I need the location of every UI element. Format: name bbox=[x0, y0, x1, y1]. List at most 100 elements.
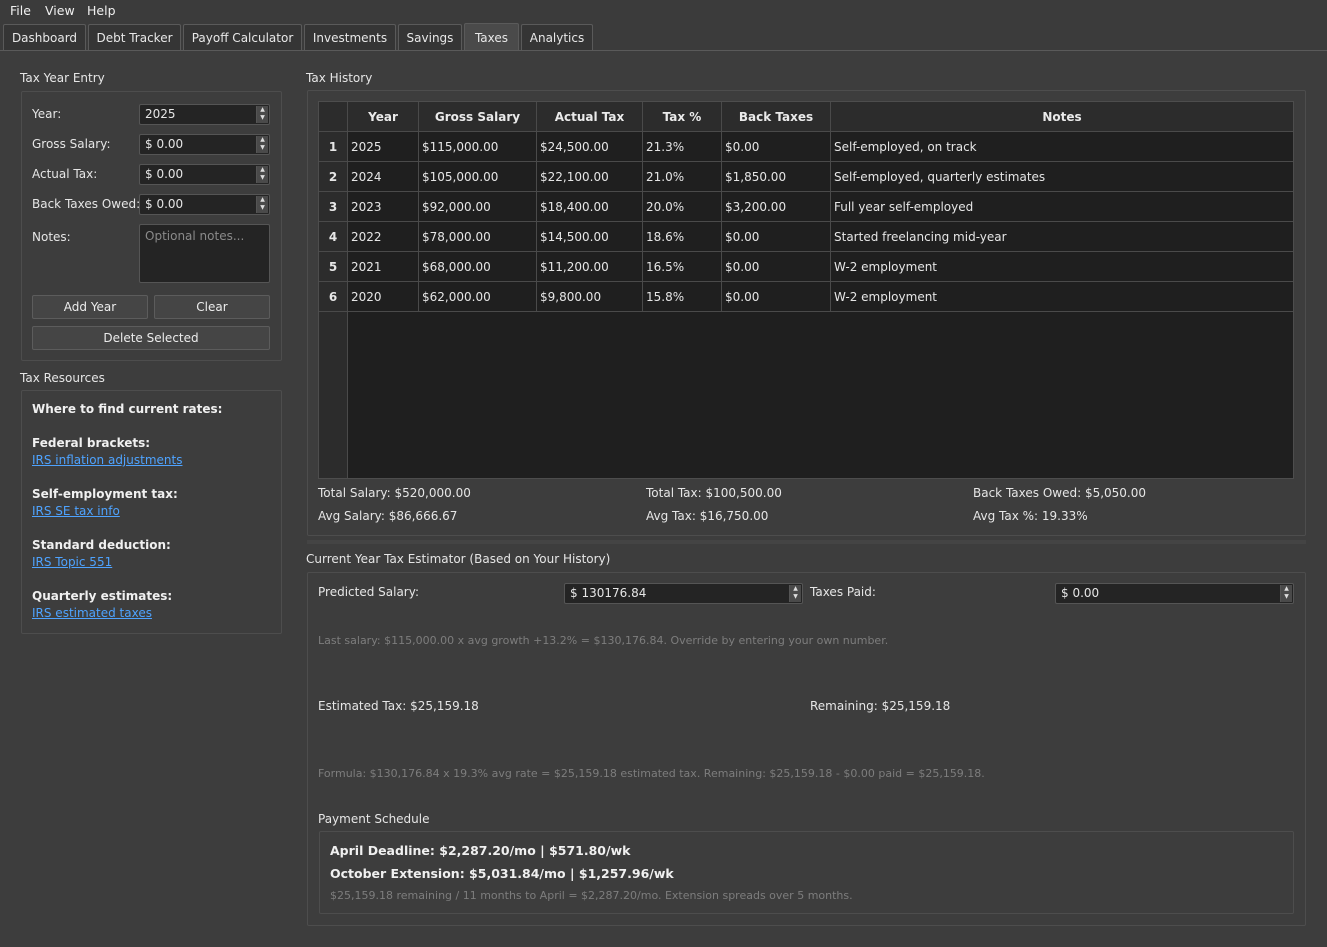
table-cell[interactable]: 16.5% bbox=[643, 252, 722, 282]
actual-tax-label: Actual Tax: bbox=[32, 167, 98, 181]
table-cell[interactable]: 2021 bbox=[348, 252, 419, 282]
col-header-back-taxes[interactable]: Back Taxes bbox=[722, 102, 831, 132]
col-header-actual-tax[interactable]: Actual Tax bbox=[537, 102, 643, 132]
tab-savings[interactable]: Savings bbox=[398, 24, 462, 50]
tab-payoff-calculator[interactable]: Payoff Calculator bbox=[183, 24, 302, 50]
irs-se-tax-link[interactable]: IRS SE tax info bbox=[32, 504, 120, 518]
tab-investments[interactable]: Investments bbox=[304, 24, 396, 50]
row-header[interactable]: 6 bbox=[319, 282, 348, 312]
row-header[interactable]: 5 bbox=[319, 252, 348, 282]
splitter-handle[interactable] bbox=[307, 540, 1306, 544]
tab-taxes[interactable]: Taxes bbox=[464, 23, 519, 51]
tax-history-title: Tax History bbox=[306, 71, 373, 85]
table-cell[interactable]: 15.8% bbox=[643, 282, 722, 312]
tab-analytics[interactable]: Analytics bbox=[521, 24, 593, 50]
spin-arrows-icon[interactable]: ▲ ▼ bbox=[789, 585, 801, 602]
table-cell[interactable]: Started freelancing mid-year bbox=[831, 222, 1293, 252]
table-cell[interactable]: $78,000.00 bbox=[419, 222, 537, 252]
back-taxes-owed: Back Taxes Owed: $5,050.00 bbox=[973, 486, 1147, 500]
row-header[interactable]: 2 bbox=[319, 162, 348, 192]
irs-topic-551-link[interactable]: IRS Topic 551 bbox=[32, 555, 112, 569]
add-year-button[interactable]: Add Year bbox=[32, 295, 148, 319]
spin-arrows-icon[interactable]: ▲ ▼ bbox=[1280, 585, 1292, 602]
taxes-paid-value: $ 0.00 bbox=[1061, 586, 1100, 600]
table-cell[interactable]: $0.00 bbox=[722, 222, 831, 252]
spin-arrows-icon[interactable]: ▲ ▼ bbox=[256, 196, 268, 213]
table-cell[interactable]: W-2 employment bbox=[831, 282, 1293, 312]
spin-arrows-icon[interactable]: ▲ ▼ bbox=[256, 136, 268, 153]
remaining-tax: Remaining: $25,159.18 bbox=[810, 699, 951, 713]
table-cell[interactable]: $0.00 bbox=[722, 132, 831, 162]
formula-note: Formula: $130,176.84 x 19.3% avg rate = … bbox=[318, 767, 985, 780]
tax-history-table[interactable]: Year Gross Salary Actual Tax Tax % Back … bbox=[318, 101, 1294, 479]
clear-button[interactable]: Clear bbox=[154, 295, 270, 319]
table-cell[interactable]: $11,200.00 bbox=[537, 252, 643, 282]
table-cell[interactable]: $62,000.00 bbox=[419, 282, 537, 312]
menu-view[interactable]: View bbox=[45, 3, 75, 18]
table-cell[interactable]: 2025 bbox=[348, 132, 419, 162]
year-spinbox[interactable]: 2025 ▲ ▼ bbox=[139, 104, 270, 125]
estimated-tax: Estimated Tax: $25,159.18 bbox=[318, 699, 479, 713]
table-cell[interactable]: Full year self-employed bbox=[831, 192, 1293, 222]
total-salary: Total Salary: $520,000.00 bbox=[318, 486, 471, 500]
table-cell[interactable]: $0.00 bbox=[722, 282, 831, 312]
table-cell[interactable]: $18,400.00 bbox=[537, 192, 643, 222]
table-cell[interactable]: $105,000.00 bbox=[419, 162, 537, 192]
col-header-notes[interactable]: Notes bbox=[831, 102, 1293, 132]
table-cell[interactable]: 2023 bbox=[348, 192, 419, 222]
table-cell[interactable]: $3,200.00 bbox=[722, 192, 831, 222]
table-cell[interactable]: 2022 bbox=[348, 222, 419, 252]
table-cell[interactable]: 2024 bbox=[348, 162, 419, 192]
table-cell[interactable]: 21.0% bbox=[643, 162, 722, 192]
delete-selected-button[interactable]: Delete Selected bbox=[32, 326, 270, 350]
table-cell[interactable]: $24,500.00 bbox=[537, 132, 643, 162]
col-header-tax-pct[interactable]: Tax % bbox=[643, 102, 722, 132]
spin-arrows-icon[interactable]: ▲ ▼ bbox=[256, 166, 268, 183]
row-header[interactable]: 1 bbox=[319, 132, 348, 162]
table-cell[interactable]: $9,800.00 bbox=[537, 282, 643, 312]
quarterly-estimates-heading: Quarterly estimates: bbox=[32, 589, 173, 603]
col-header-gross-salary[interactable]: Gross Salary bbox=[419, 102, 537, 132]
table-cell[interactable]: 18.6% bbox=[643, 222, 722, 252]
back-taxes-spinbox[interactable]: $ 0.00 ▲ ▼ bbox=[139, 194, 270, 215]
year-value: 2025 bbox=[145, 107, 176, 121]
resources-intro: Where to find current rates: bbox=[32, 402, 223, 416]
table-cell[interactable]: $92,000.00 bbox=[419, 192, 537, 222]
row-header-filler bbox=[319, 312, 348, 478]
taxes-paid-spinbox[interactable]: $ 0.00 ▲ ▼ bbox=[1055, 583, 1294, 604]
table-cell[interactable]: Self-employed, on track bbox=[831, 132, 1293, 162]
row-header[interactable]: 4 bbox=[319, 222, 348, 252]
gross-salary-value: $ 0.00 bbox=[145, 137, 184, 151]
col-header-year[interactable]: Year bbox=[348, 102, 419, 132]
menu-help[interactable]: Help bbox=[87, 3, 116, 18]
actual-tax-spinbox[interactable]: $ 0.00 ▲ ▼ bbox=[139, 164, 270, 185]
table-cell[interactable]: 2020 bbox=[348, 282, 419, 312]
table-cell[interactable]: 21.3% bbox=[643, 132, 722, 162]
notes-field[interactable]: Optional notes... bbox=[139, 224, 270, 283]
tab-dashboard[interactable]: Dashboard bbox=[3, 24, 86, 50]
table-cell[interactable]: 20.0% bbox=[643, 192, 722, 222]
year-label: Year: bbox=[32, 107, 62, 121]
table-cell[interactable]: $14,500.00 bbox=[537, 222, 643, 252]
spin-arrows-icon[interactable]: ▲ ▼ bbox=[256, 106, 268, 123]
irs-inflation-link[interactable]: IRS inflation adjustments bbox=[32, 453, 182, 467]
row-header[interactable]: 3 bbox=[319, 192, 348, 222]
federal-brackets-heading: Federal brackets: bbox=[32, 436, 151, 450]
table-cell[interactable]: $115,000.00 bbox=[419, 132, 537, 162]
table-cell[interactable]: $68,000.00 bbox=[419, 252, 537, 282]
menu-file[interactable]: File bbox=[10, 3, 31, 18]
standard-deduction-heading: Standard deduction: bbox=[32, 538, 171, 552]
table-cell[interactable]: Self-employed, quarterly estimates bbox=[831, 162, 1293, 192]
gross-salary-spinbox[interactable]: $ 0.00 ▲ ▼ bbox=[139, 134, 270, 155]
avg-tax-pct: Avg Tax %: 19.33% bbox=[973, 509, 1088, 523]
table-cell[interactable]: $1,850.00 bbox=[722, 162, 831, 192]
table-cell[interactable]: $22,100.00 bbox=[537, 162, 643, 192]
table-cell[interactable]: $0.00 bbox=[722, 252, 831, 282]
table-cell[interactable]: W-2 employment bbox=[831, 252, 1293, 282]
tax-resources-title: Tax Resources bbox=[20, 371, 105, 385]
irs-estimated-taxes-link[interactable]: IRS estimated taxes bbox=[32, 606, 152, 620]
predicted-salary-spinbox[interactable]: $ 130176.84 ▲ ▼ bbox=[564, 583, 803, 604]
tab-debt-tracker[interactable]: Debt Tracker bbox=[88, 24, 181, 50]
predicted-salary-value: $ 130176.84 bbox=[570, 586, 647, 600]
total-tax: Total Tax: $100,500.00 bbox=[646, 486, 782, 500]
